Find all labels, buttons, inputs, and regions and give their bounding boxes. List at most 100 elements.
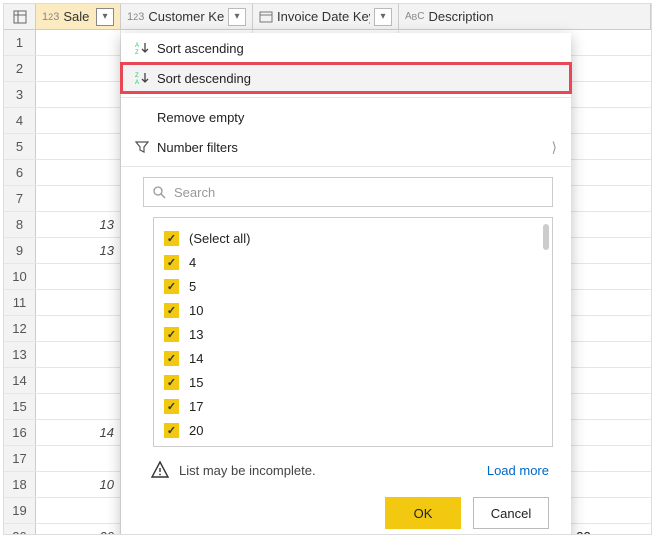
row-number: 19 [4, 498, 36, 523]
row-number: 10 [4, 264, 36, 289]
load-more-link[interactable]: Load more [487, 463, 549, 478]
sort-ascending-item[interactable]: AZ Sort ascending [121, 33, 571, 63]
list-item-label: 14 [189, 351, 203, 366]
filter-value-item[interactable]: ✓ 15 [164, 370, 542, 394]
filter-value-item[interactable]: ✓13 [164, 322, 542, 346]
row-number: 14 [4, 368, 36, 393]
row-number: 9 [4, 238, 36, 263]
filter-value-item[interactable]: ✓ 20 [164, 418, 542, 442]
column-dropdown-icon[interactable]: ▾ [374, 8, 392, 26]
cell-sale-key[interactable] [36, 30, 121, 55]
number-type-icon: 123 [42, 11, 59, 23]
filter-value-item[interactable]: ✓4 [164, 250, 542, 274]
list-item-label: 17 [189, 399, 203, 414]
cell-sale-key[interactable] [36, 342, 121, 367]
checkbox-checked-icon[interactable]: ✓ [164, 399, 179, 414]
column-header-row: 123 Sale Key ▾ 123 Customer Key ▾ Invoic… [4, 4, 651, 30]
row-number: 13 [4, 342, 36, 367]
filter-search-box[interactable] [143, 177, 553, 207]
column-filter-panel: AZ Sort ascending ZA Sort descending Rem… [121, 33, 571, 535]
cell-sale-key[interactable] [36, 186, 121, 211]
row-number: 8 [4, 212, 36, 237]
cell-sale-key[interactable] [36, 264, 121, 289]
sort-asc-icon: AZ [135, 41, 157, 55]
checkbox-checked-icon[interactable]: ✓ [164, 351, 179, 366]
cell-sale-key[interactable]: 13 [36, 238, 121, 263]
row-number: 16 [4, 420, 36, 445]
column-dropdown-icon[interactable]: ▾ [228, 8, 246, 26]
svg-text:Z: Z [135, 73, 139, 79]
cell-sale-key[interactable]: 10 [36, 472, 121, 497]
filter-value-item[interactable]: ✓5 [164, 274, 542, 298]
date-type-icon [259, 11, 273, 23]
list-item-label: 10 [189, 303, 203, 318]
cell-sale-key[interactable] [36, 160, 121, 185]
cell-sale-key[interactable] [36, 368, 121, 393]
sort-descending-item[interactable]: ZA Sort descending [121, 63, 571, 93]
row-number: 15 [4, 394, 36, 419]
cell-sale-key[interactable]: 20 [36, 524, 121, 535]
cell-sale-key[interactable]: 14 [36, 420, 121, 445]
row-number: 11 [4, 290, 36, 315]
menu-label: Sort descending [157, 71, 557, 86]
checkbox-checked-icon[interactable]: ✓ [164, 255, 179, 270]
cell-sale-key[interactable]: 13 [36, 212, 121, 237]
row-number: 1 [4, 30, 36, 55]
column-name: Description [428, 9, 644, 24]
row-number: 4 [4, 108, 36, 133]
list-item-label: 4 [189, 255, 196, 270]
chevron-right-icon: ⟩ [552, 139, 557, 156]
cancel-button[interactable]: Cancel [473, 497, 549, 529]
cell-sale-key[interactable] [36, 134, 121, 159]
row-number: 6 [4, 160, 36, 185]
list-item-label: 20 [189, 423, 203, 438]
filter-value-item[interactable]: ✓ 17 [164, 394, 542, 418]
menu-divider [121, 97, 571, 98]
checkbox-checked-icon[interactable]: ✓ [164, 231, 179, 246]
filter-value-item[interactable]: ✓ 14 [164, 346, 542, 370]
svg-text:A: A [135, 43, 139, 49]
column-name: Sale Key [63, 9, 92, 24]
cell-sale-key[interactable] [36, 108, 121, 133]
column-name: Invoice Date Key [277, 9, 370, 24]
remove-empty-item[interactable]: Remove empty [121, 102, 571, 132]
column-header-description[interactable]: ABC Description [399, 4, 651, 29]
row-number: 7 [4, 186, 36, 211]
cell-sale-key[interactable] [36, 498, 121, 523]
search-icon [152, 185, 166, 199]
scrollbar-thumb[interactable] [543, 224, 549, 250]
cell-sale-key[interactable] [36, 82, 121, 107]
checkbox-checked-icon[interactable]: ✓ [164, 423, 179, 438]
cell-sale-key[interactable] [36, 446, 121, 471]
column-dropdown-icon[interactable]: ▾ [96, 8, 114, 26]
ok-button[interactable]: OK [385, 497, 461, 529]
cell-sale-key[interactable] [36, 290, 121, 315]
menu-label: Remove empty [157, 110, 557, 125]
list-item-label: (Select all) [189, 231, 250, 246]
column-header-customer-key[interactable]: 123 Customer Key ▾ [121, 4, 253, 29]
checkbox-checked-icon[interactable]: ✓ [164, 327, 179, 342]
row-number: 18 [4, 472, 36, 497]
cell-sale-key[interactable] [36, 56, 121, 81]
column-header-invoice-date-key[interactable]: Invoice Date Key ▾ [253, 4, 399, 29]
number-filters-item[interactable]: Number filters ⟩ [121, 132, 571, 162]
text-type-icon: ABC [405, 11, 424, 22]
column-header-sale-key[interactable]: 123 Sale Key ▾ [36, 4, 121, 29]
checkbox-checked-icon[interactable]: ✓ [164, 279, 179, 294]
table-corner-icon[interactable] [4, 4, 36, 29]
list-item-label: 15 [189, 375, 203, 390]
filter-value-item[interactable]: ✓ 10 [164, 298, 542, 322]
cell-sale-key[interactable] [36, 316, 121, 341]
search-input[interactable] [172, 184, 544, 201]
cell-sale-key[interactable] [36, 394, 121, 419]
select-all-item[interactable]: ✓ (Select all) [164, 226, 542, 250]
filter-values-list[interactable]: ✓ (Select all) ✓4✓5✓10✓13✓14✓15✓17✓20 [153, 217, 553, 447]
checkbox-checked-icon[interactable]: ✓ [164, 375, 179, 390]
checkbox-checked-icon[interactable]: ✓ [164, 303, 179, 318]
row-number: 2 [4, 56, 36, 81]
menu-label: Number filters [157, 140, 552, 155]
filter-icon [135, 140, 157, 154]
row-number: 17 [4, 446, 36, 471]
row-number: 20 [4, 524, 36, 535]
list-item-label: 5 [189, 279, 196, 294]
